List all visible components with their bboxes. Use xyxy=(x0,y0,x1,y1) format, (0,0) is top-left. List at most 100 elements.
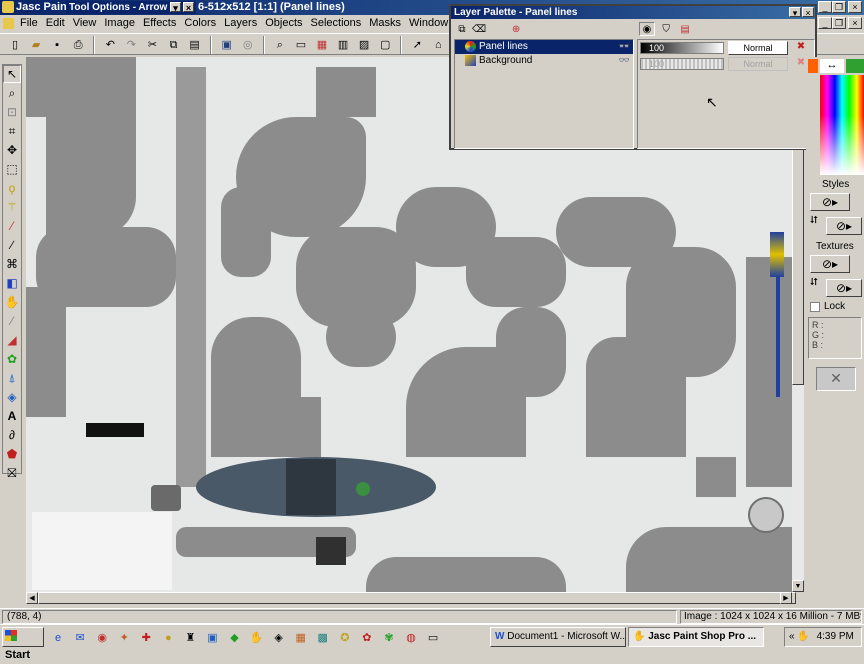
app-icon-10[interactable]: ✋ xyxy=(249,629,265,645)
scroll-left-button[interactable]: ◀ xyxy=(26,592,38,604)
menu-view[interactable]: View xyxy=(69,15,101,31)
script-icon[interactable]: ⌂ xyxy=(429,36,447,54)
doc-minimize-button[interactable]: _ xyxy=(818,17,832,29)
menu-edit[interactable]: Edit xyxy=(42,15,69,31)
app-icon-17[interactable]: ◍ xyxy=(403,629,419,645)
layer-properties-tab-icon[interactable]: ◉ xyxy=(639,22,655,36)
background-style-button[interactable]: ⊘▸ xyxy=(826,217,862,235)
minimize-button[interactable]: _ xyxy=(818,1,832,13)
deform-tool-icon[interactable]: ⊡ xyxy=(3,103,21,121)
cut-icon[interactable]: ✂ xyxy=(143,35,161,53)
task-psp[interactable]: ✋ Jasc Paint Shop Pro ... xyxy=(628,627,764,647)
opacity-slider-background[interactable]: 100 xyxy=(640,58,724,70)
save-icon[interactable]: ▪ xyxy=(48,36,66,54)
swap-textures-icon[interactable]: ⮃ xyxy=(810,277,818,288)
freehand-tool-icon[interactable]: ϙ xyxy=(3,179,21,197)
app-icon-8[interactable]: ▣ xyxy=(204,629,220,645)
color-replacer-tool-icon[interactable]: ◧ xyxy=(3,274,21,292)
crop-tool-icon[interactable]: ⌗ xyxy=(3,122,21,140)
doc-close-button[interactable]: × xyxy=(848,17,862,29)
app-icon-11[interactable]: ◈ xyxy=(271,629,287,645)
text-tool-icon[interactable]: A xyxy=(3,407,21,425)
menu-objects[interactable]: Objects xyxy=(261,15,306,31)
app-icon-5[interactable]: ✚ xyxy=(138,629,154,645)
picture-tube-tool-icon[interactable]: ✿ xyxy=(3,350,21,368)
menu-effects[interactable]: Effects xyxy=(139,15,180,31)
swap-colors-icon[interactable]: ↔ xyxy=(820,59,844,73)
doc-restore-button[interactable]: ❐ xyxy=(832,17,846,29)
background-texture-button[interactable]: ⊘▸ xyxy=(826,279,862,297)
layers-icon[interactable]: ▢ xyxy=(376,35,394,53)
delete-layer-icon[interactable]: ⌫ xyxy=(472,22,486,36)
histogram-icon[interactable]: ▥ xyxy=(334,35,352,53)
print-icon[interactable]: ⎙ xyxy=(69,36,87,54)
layer-mask-toggle-icon[interactable]: ✖ xyxy=(794,41,808,54)
tool-options-close-button[interactable]: × xyxy=(183,2,194,13)
maximize-button[interactable]: ❐ xyxy=(832,1,846,13)
outlook-icon[interactable]: ✉ xyxy=(72,629,88,645)
opacity-slider-panel-lines[interactable]: 100 xyxy=(640,42,724,54)
scratch-remover-tool-icon[interactable]: ⁄ xyxy=(3,312,21,330)
layer-lock-tab-icon[interactable]: ▤ xyxy=(677,22,693,36)
ie-icon[interactable]: e xyxy=(50,630,66,646)
app-icon-4[interactable]: ✦ xyxy=(116,629,132,645)
menu-selections[interactable]: Selections xyxy=(307,15,366,31)
eraser-tool-icon[interactable]: ◢ xyxy=(3,331,21,349)
zoom-tool-icon[interactable]: ⌕ xyxy=(3,84,21,102)
app-icon-15[interactable]: ✿ xyxy=(359,629,375,645)
overview-icon[interactable]: ▨ xyxy=(355,35,373,53)
magic-wand-tool-icon[interactable]: ⚚ xyxy=(3,198,21,216)
tray-icon[interactable]: ✋ xyxy=(797,631,809,642)
paste-icon[interactable]: ▤ xyxy=(186,35,204,53)
horizontal-scrollbar[interactable]: ◀ ▶ xyxy=(26,592,796,604)
tool-options-rollup-button[interactable]: ▾ xyxy=(170,2,181,13)
new-icon[interactable]: ▯ xyxy=(6,35,24,53)
layer-palette-close-button[interactable]: × xyxy=(802,7,814,18)
close-button[interactable]: × xyxy=(848,1,862,13)
app-icon-18[interactable]: ▭ xyxy=(425,629,441,645)
app-icon-6[interactable]: ● xyxy=(160,630,176,646)
layer-visibility-icon[interactable]: 👓 xyxy=(619,54,630,67)
zoom-icon[interactable]: ⌕ xyxy=(271,36,289,54)
layer-mask-tab-icon[interactable]: ⛉ xyxy=(658,22,674,36)
app-icon-3[interactable]: ◉ xyxy=(94,629,110,645)
layer-palette-title-bar[interactable]: Layer Palette - Panel lines xyxy=(451,6,815,19)
clone-tool-icon[interactable]: ⌘ xyxy=(3,255,21,273)
lock-checkbox[interactable] xyxy=(810,302,820,312)
layer-palette-rollup-button[interactable]: ▾ xyxy=(789,7,801,18)
foreground-style-button[interactable]: ⊘▸ xyxy=(810,193,850,211)
copy-icon[interactable]: ⧉ xyxy=(165,36,183,54)
layer-group-icon[interactable]: ⊕ xyxy=(509,22,523,36)
object-selector-tool-icon[interactable]: ⛝ xyxy=(3,464,21,482)
dropper-tool-icon[interactable]: ⁄ xyxy=(3,217,21,235)
help-icon[interactable]: ➚ xyxy=(408,35,426,53)
airbrush-tool-icon[interactable]: ⍋ xyxy=(3,369,21,387)
tray-expand-icon[interactable]: « xyxy=(789,631,795,642)
blend-mode-select-panel-lines[interactable]: Normal xyxy=(728,41,788,55)
scroll-right-button[interactable]: ▶ xyxy=(780,592,792,604)
layer-row-panel-lines[interactable]: Panel lines 👓 xyxy=(455,40,633,54)
color-palette-icon[interactable]: ▦ xyxy=(313,35,331,53)
horizontal-scroll-thumb[interactable] xyxy=(38,592,796,604)
twain-icon[interactable]: ◎ xyxy=(239,35,257,53)
layer-visibility-icon[interactable]: 👓 xyxy=(619,40,630,53)
app-icon-16[interactable]: ✾ xyxy=(381,629,397,645)
start-button[interactable]: Start xyxy=(2,627,44,661)
draw-tool-icon[interactable]: ∂ xyxy=(3,426,21,444)
blend-mode-select-background[interactable]: Normal xyxy=(728,57,788,71)
app-icon-12[interactable]: ▦ xyxy=(293,629,309,645)
preset-shapes-tool-icon[interactable]: ⬟ xyxy=(3,445,21,463)
task-word[interactable]: W Document1 - Microsoft W... xyxy=(490,627,626,647)
arrow-tool-icon[interactable]: ↖ xyxy=(3,65,21,83)
menu-layers[interactable]: Layers xyxy=(220,15,261,31)
paintbrush-tool-icon[interactable]: ∕ xyxy=(3,236,21,254)
app-icon-7[interactable]: ♜ xyxy=(182,629,198,645)
menu-colors[interactable]: Colors xyxy=(180,15,220,31)
undo-icon[interactable]: ↶ xyxy=(101,35,119,53)
menu-masks[interactable]: Masks xyxy=(365,15,405,31)
retouch-tool-icon[interactable]: ✋ xyxy=(3,293,21,311)
redo-icon[interactable]: ↷ xyxy=(122,35,140,53)
menu-image[interactable]: Image xyxy=(100,15,139,31)
app-icon-14[interactable]: ✪ xyxy=(337,629,353,645)
menu-window[interactable]: Window xyxy=(405,15,452,31)
